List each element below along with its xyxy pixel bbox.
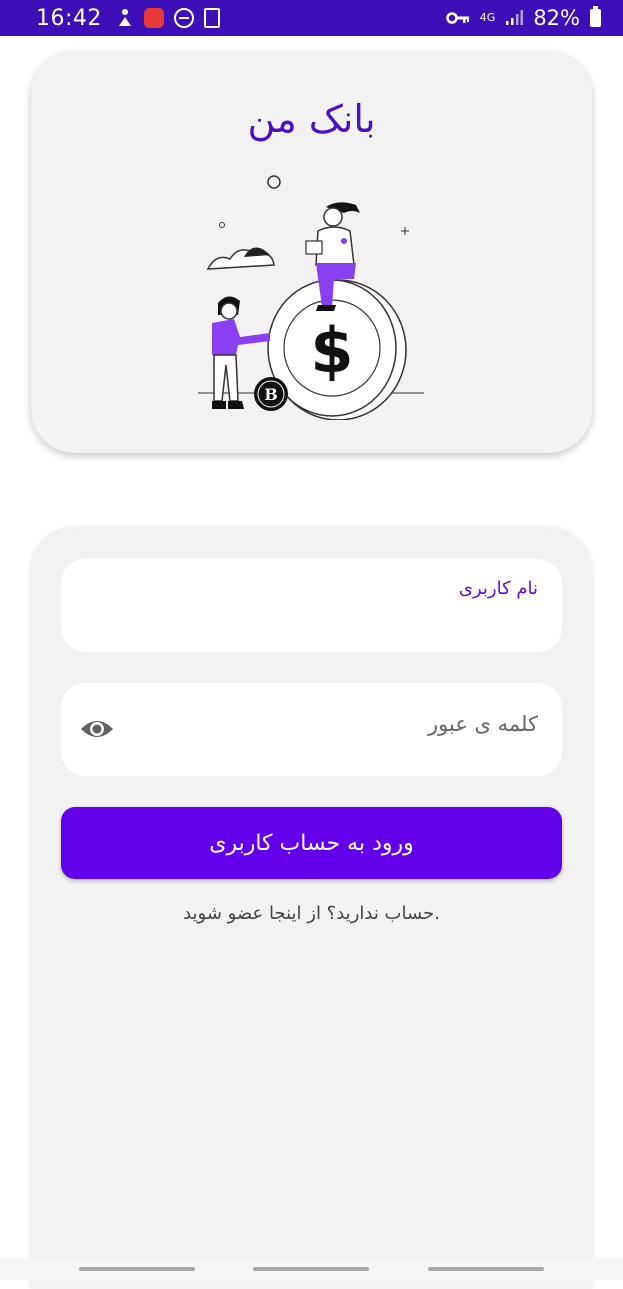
battery-percent: 82%	[533, 6, 580, 30]
username-field[interactable]: نام کاربری	[61, 559, 562, 652]
password-placeholder: کلمه ی عبور	[428, 712, 538, 736]
nav-back-button[interactable]	[428, 1267, 544, 1271]
do-not-disturb-icon	[173, 8, 194, 28]
standing-woman-shirt	[212, 319, 270, 355]
small-coin-letter: B	[264, 385, 278, 404]
sim-icon	[203, 8, 220, 28]
sitting-woman-shoes	[316, 305, 336, 311]
tablet-icon	[305, 240, 323, 255]
status-time: 16:42	[36, 5, 102, 31]
username-label: نام کاربری	[458, 578, 538, 599]
sitting-woman-head	[323, 207, 343, 227]
eye-icon[interactable]	[79, 715, 115, 743]
dollar-sign: $	[310, 314, 353, 387]
sparkle-icon	[401, 227, 409, 235]
shirt-dot	[341, 238, 347, 244]
nav-home-button[interactable]	[253, 1267, 369, 1271]
status-bar-left: 16:42	[36, 6, 220, 31]
money-illustration: $ B	[198, 175, 424, 420]
vpn-key-icon	[446, 11, 470, 25]
star-dot	[219, 222, 225, 228]
notification-person-icon	[116, 8, 134, 28]
moon-icon	[267, 175, 281, 189]
app-notification-icon	[143, 8, 164, 28]
battery-icon	[590, 6, 601, 27]
network-type: 4G	[479, 11, 496, 24]
signup-link[interactable]: حساب ندارید؟ از اینجا عضو شوید.	[0, 903, 623, 924]
signal-icon	[505, 10, 524, 26]
password-field[interactable]: کلمه ی عبور	[61, 683, 562, 776]
app-title: بانک من	[247, 97, 376, 141]
status-bar-right: 4G 82%	[446, 6, 601, 30]
login-button[interactable]: ورود به حساب کاربری	[61, 807, 562, 879]
nav-recents-button[interactable]	[79, 1267, 195, 1271]
standing-woman-pants	[213, 354, 239, 402]
standing-woman-head	[220, 302, 238, 320]
status-bar: 16:42 4G 82%	[0, 0, 623, 36]
standing-woman-shoes	[212, 401, 244, 409]
navigation-bar	[0, 1258, 623, 1280]
